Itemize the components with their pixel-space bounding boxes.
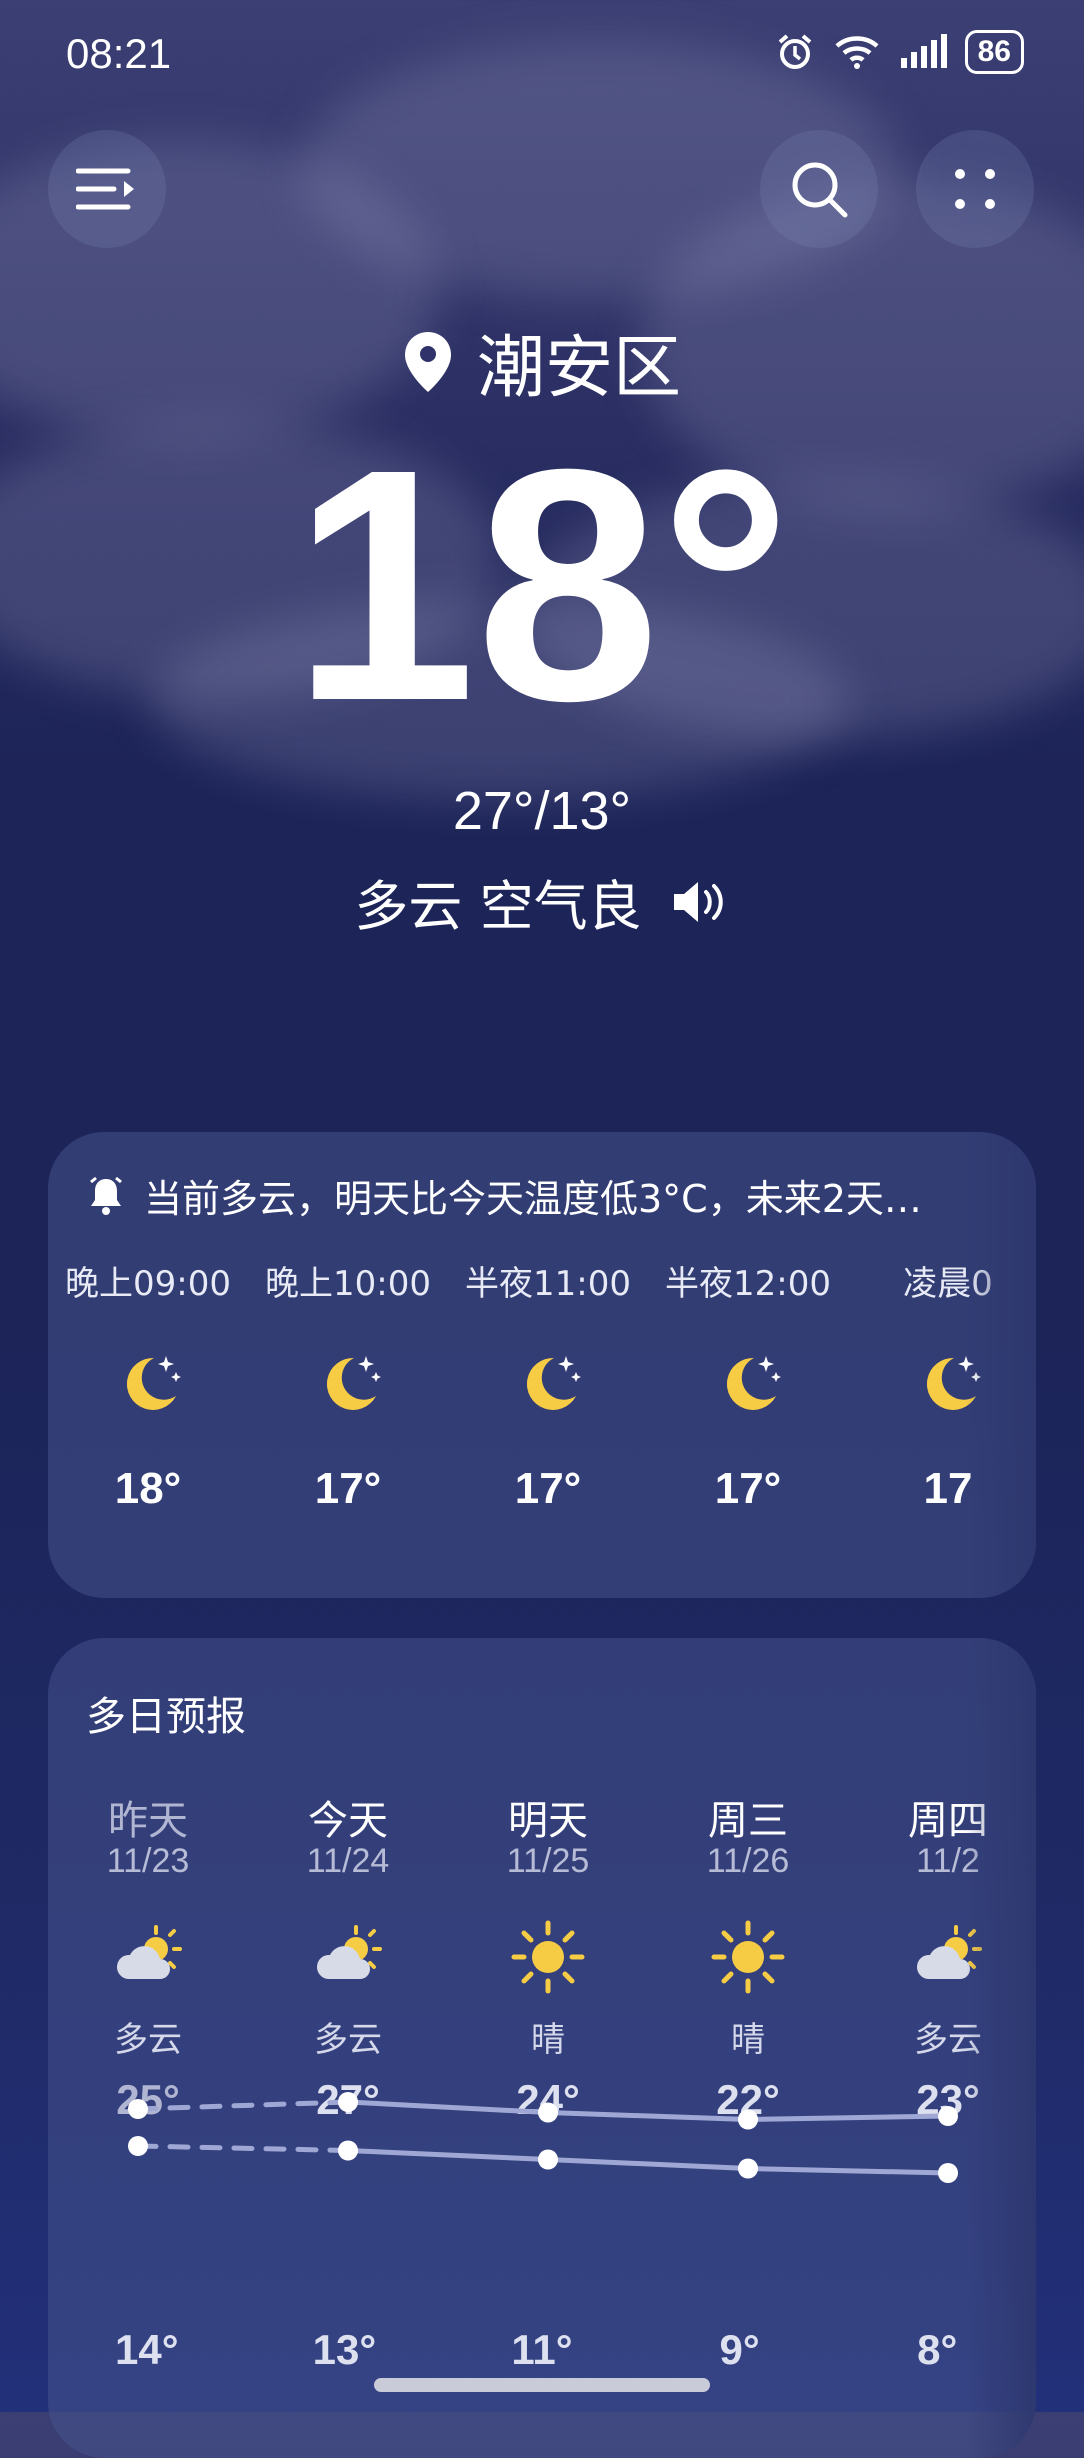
daily-lows: 14° 13° 11° 9° 8° [48, 2326, 1036, 2374]
low-temp-segment [135, 2143, 351, 2153]
day-low: 11° [511, 2326, 573, 2373]
scroll-fade [966, 1638, 1036, 2458]
condition-text: 多云 空气良 [354, 875, 642, 938]
hourly-list[interactable]: 晚上09:00 18° 晚上10:00 17° 半夜11:00 17° 半夜12:00 17°… [48, 1256, 1036, 1514]
low-temp-segment [745, 2166, 951, 2176]
high-temp-point [738, 2109, 758, 2130]
low-temp-point [128, 2136, 148, 2156]
menu-icon [76, 168, 134, 210]
hour-temp: 18° [114, 1464, 182, 1513]
hour-item[interactable]: 半夜11:00 17° [448, 1256, 648, 1514]
high-low-temperature: 27°/13° [452, 781, 632, 841]
day-low: 9° [719, 2326, 760, 2373]
hour-time: 半夜11:00 [465, 1264, 631, 1304]
status-bar: 08:21 86 [0, 0, 1084, 110]
low-temp-point [338, 2140, 358, 2161]
daily-forecast-card[interactable]: 多日预报 昨天11/23多云25°今天11/24多云27°明天11/25晴24°… [48, 1638, 1036, 2458]
alert-text: 当前多云，明天比今天温度低3°C，未来2天… [144, 1177, 922, 1221]
current-condition: 多云 空气良 [0, 862, 1084, 941]
battery-indicator: 86 [964, 30, 1024, 74]
moon-stars-icon [248, 1304, 448, 1464]
high-temp-segment [345, 2099, 551, 2115]
signal-icon [900, 34, 947, 68]
current-temperature: 18° [292, 400, 792, 769]
weather-alert[interactable]: 当前多云，明天比今天温度低3°C，未来2天… [88, 1168, 1006, 1223]
home-indicator[interactable] [374, 2378, 710, 2392]
moon-stars-icon [648, 1304, 848, 1464]
search-icon [792, 162, 848, 218]
low-temp-point [938, 2163, 958, 2183]
wifi-icon [835, 36, 879, 69]
hour-item[interactable]: 晚上10:00 17° [248, 1256, 448, 1514]
moon-stars-icon [48, 1304, 248, 1464]
low-temp-segment [345, 2148, 551, 2162]
hour-time: 晚上09:00 [65, 1264, 231, 1304]
alarm-icon [778, 34, 811, 69]
moon-stars-icon [448, 1304, 648, 1464]
speaker-icon[interactable] [670, 877, 730, 927]
status-icons: 86 [775, 30, 1024, 74]
location-pin-icon [404, 331, 451, 392]
location-name: 潮安区 [476, 329, 681, 408]
grid-dots-icon [955, 169, 995, 209]
low-temp-point [738, 2158, 758, 2179]
hourly-forecast-card[interactable]: 当前多云，明天比今天温度低3°C，未来2天… 晚上09:00 18° 晚上10:00… [48, 1132, 1036, 1598]
day-low: 14° [115, 2326, 179, 2373]
hour-item[interactable]: 半夜12:00 17° [648, 1256, 848, 1514]
more-button[interactable] [916, 130, 1034, 248]
hour-temp: 17° [714, 1464, 782, 1513]
high-temp-segment [545, 2110, 751, 2122]
low-temp-point [538, 2149, 558, 2170]
hour-temp: 17° [514, 1464, 582, 1513]
high-temp-point [338, 2092, 358, 2112]
scroll-fade [966, 1132, 1036, 1598]
hour-temp: 17° [314, 1464, 382, 1513]
hour-item[interactable]: 晚上09:00 18° [48, 1256, 248, 1514]
high-temp-point [128, 2099, 148, 2119]
status-time: 08:21 [66, 30, 172, 77]
hour-time: 晚上10:00 [265, 1264, 431, 1304]
bell-icon [90, 1176, 122, 1215]
high-temp-segment [135, 2099, 351, 2112]
search-button[interactable] [760, 130, 878, 248]
hour-time: 半夜12:00 [665, 1264, 831, 1304]
high-temp-segment [745, 2113, 951, 2122]
high-temp-point [938, 2106, 958, 2126]
menu-button[interactable] [48, 130, 166, 248]
high-temp-point [538, 2102, 558, 2123]
location-header[interactable]: 潮安区 [0, 312, 1084, 411]
day-low: 13° [312, 2326, 377, 2373]
low-temp-segment [545, 2157, 751, 2171]
